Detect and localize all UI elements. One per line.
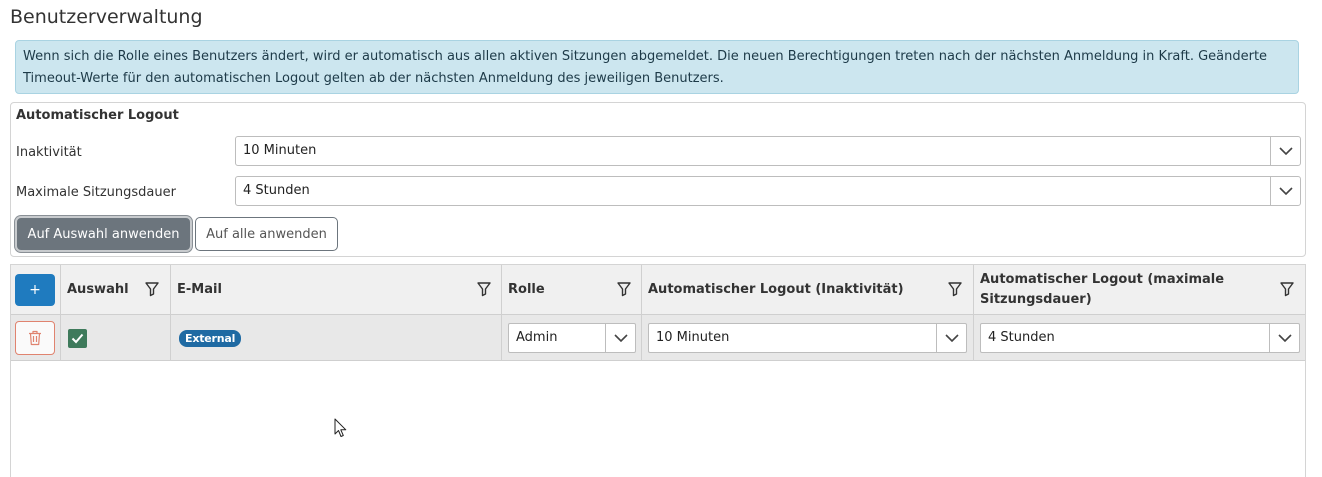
max-session-label: Maximale Sitzungsdauer xyxy=(16,185,176,200)
header-cell-logout-max: Automatischer Logout (maximale Sitzungsd… xyxy=(974,265,1305,315)
inactivity-select[interactable]: 10 Minuten xyxy=(235,136,1301,166)
column-header-logout-max-line1: Automatischer Logout (maximale xyxy=(980,272,1225,287)
row-role-cell: Admin xyxy=(502,315,642,361)
chevron-down-icon xyxy=(1270,137,1300,165)
page-title: Benutzerverwaltung xyxy=(10,6,203,28)
inactivity-label: Inaktivität xyxy=(16,145,82,160)
chevron-down-icon xyxy=(1270,177,1300,205)
filter-icon[interactable] xyxy=(1279,281,1295,297)
column-header-logout-max-line2: Sitzungsdauer) xyxy=(980,292,1092,307)
grid-header: + Auswahl E-Mail Rolle Automatischer Log… xyxy=(11,265,1305,315)
panel-title: Automatischer Logout xyxy=(16,108,179,123)
chevron-down-icon xyxy=(936,324,966,352)
header-cell-logout-inactivity: Automatischer Logout (Inaktivität) xyxy=(642,265,974,315)
row-selection-cell xyxy=(61,315,171,361)
filter-icon[interactable] xyxy=(476,281,492,297)
column-header-selection: Auswahl xyxy=(67,282,129,297)
filter-icon[interactable] xyxy=(947,281,963,297)
column-header-role: Rolle xyxy=(508,282,545,297)
row-actions-cell xyxy=(11,315,61,361)
filter-icon[interactable] xyxy=(144,281,160,297)
row-inactivity-value: 10 Minuten xyxy=(656,330,730,345)
header-cell-actions: + xyxy=(11,265,61,315)
trash-icon xyxy=(29,330,41,346)
row-email-cell: External xyxy=(171,315,502,361)
delete-user-button[interactable] xyxy=(15,321,55,355)
table-row: External Admin 10 Minuten 4 Stunden xyxy=(11,315,1305,361)
filter-icon[interactable] xyxy=(616,281,632,297)
max-session-value: 4 Stunden xyxy=(243,183,310,198)
column-header-email: E-Mail xyxy=(177,282,222,297)
role-value: Admin xyxy=(516,330,558,345)
selection-checkbox[interactable] xyxy=(68,329,87,348)
row-logout-inactivity-cell: 10 Minuten xyxy=(642,315,974,361)
row-logout-max-cell: 4 Stunden xyxy=(974,315,1305,361)
mouse-cursor-icon xyxy=(334,418,347,437)
users-grid: + Auswahl E-Mail Rolle Automatischer Log… xyxy=(10,264,1306,477)
role-select[interactable]: Admin xyxy=(508,323,636,353)
external-badge: External xyxy=(179,330,242,347)
row-max-session-value: 4 Stunden xyxy=(988,330,1055,345)
max-session-select[interactable]: 4 Stunden xyxy=(235,176,1301,206)
apply-selection-button[interactable]: Auf Auswahl anwenden xyxy=(15,216,192,252)
column-header-logout-inactivity: Automatischer Logout (Inaktivität) xyxy=(648,282,904,297)
header-cell-email: E-Mail xyxy=(171,265,502,315)
inactivity-value: 10 Minuten xyxy=(243,143,317,158)
header-cell-role: Rolle xyxy=(502,265,642,315)
apply-all-button[interactable]: Auf alle anwenden xyxy=(195,217,338,251)
row-inactivity-select[interactable]: 10 Minuten xyxy=(648,323,967,353)
chevron-down-icon xyxy=(605,324,635,352)
chevron-down-icon xyxy=(1269,324,1299,352)
logout-settings-panel: Automatischer Logout Inaktivität 10 Minu… xyxy=(10,102,1306,257)
header-cell-selection: Auswahl xyxy=(61,265,171,315)
add-user-button[interactable]: + xyxy=(15,274,55,306)
row-max-session-select[interactable]: 4 Stunden xyxy=(980,323,1300,353)
info-alert: Wenn sich die Rolle eines Benutzers ände… xyxy=(15,40,1299,94)
check-icon xyxy=(71,333,84,344)
